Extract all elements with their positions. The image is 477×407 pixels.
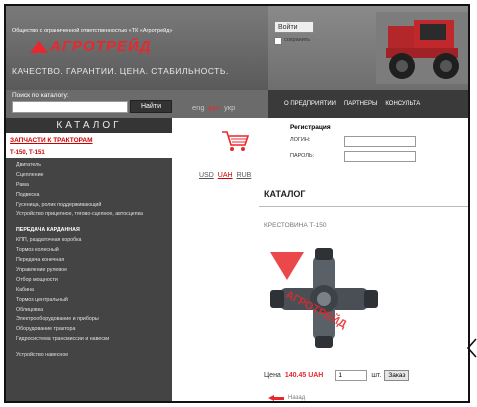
back-label: Назад [288,395,306,401]
search-input[interactable] [12,101,128,113]
search-bar: Поиск по каталогу: Найти eng рус укр [6,90,268,118]
catalog-item[interactable]: Рама [6,181,172,191]
catalog-item[interactable]: КПП, раздаточная коробка [6,236,172,246]
catalog-item[interactable]: Подвеска [6,191,172,201]
catalog-heading: КАТАЛОГ [6,118,172,133]
quantity-input[interactable] [335,370,368,381]
currency-uah[interactable]: UAH [218,172,233,179]
password-field[interactable] [344,151,416,162]
catalog-item[interactable]: Сцепление [6,171,172,181]
nav-partners[interactable]: ПАРТНЕРЫ [344,101,377,107]
tractor-banner-image [376,12,468,84]
lang-rus[interactable]: рус [209,103,221,112]
catalog-item[interactable]: Устройство навесное [6,351,172,361]
page-title: КАТАЛОГ [264,189,306,199]
company-name: Общество с ограниченной ответственностью… [12,28,173,34]
remember-checkbox[interactable] [274,37,282,45]
catalog-item[interactable]: Отбор мощности [6,276,172,286]
catalog-item[interactable]: Гусеница, ролик поддерживающий [6,201,172,211]
pointer-arrow-icon [467,338,477,358]
catalog-section-tractor-parts[interactable]: ЗАПЧАСТИ К ТРАКТОРАМ [6,133,172,148]
registration-title: Регистрация [290,124,331,131]
shopping-cart-icon[interactable] [220,128,250,154]
lang-eng[interactable]: eng [192,103,205,112]
catalog-item[interactable]: Оборудование трактора [6,325,172,335]
catalog-item[interactable]: Двигатель [6,161,172,171]
logo-triangle-icon [30,40,48,53]
quantity-unit: шт. [371,372,382,379]
lang-ukr[interactable]: укр [224,103,235,112]
catalog-item[interactable]: Электрооборудование и приборы [6,315,172,325]
back-arrow-tail [274,396,284,400]
login-button[interactable]: Войти [274,21,314,33]
registration-panel: Регистрация ЛОГИН: ПАРОЛЬ: [172,118,468,164]
site-slogan: КАЧЕСТВО. ГАРАНТИИ. ЦЕНА. СТАБИЛЬНОСТЬ. [12,66,229,76]
back-link[interactable]: Назад [268,395,305,401]
catalog-item[interactable]: Тормоз колесный [6,246,172,256]
currency-switcher: USD UAH RUB [199,172,251,179]
password-label: ПАРОЛЬ: [290,153,315,159]
currency-rub[interactable]: RUB [237,172,252,179]
search-button[interactable]: Найти [130,100,172,113]
catalog-item[interactable]: Управление рулевое [6,266,172,276]
catalog-item[interactable]: Облицовка [6,306,172,316]
catalog-item[interactable]: Передача конечная [6,256,172,266]
catalog-sidebar: КАТАЛОГ ЗАПЧАСТИ К ТРАКТОРАМ Т-150, Т-15… [6,118,172,401]
catalog-item[interactable]: Тормоз центральный [6,296,172,306]
language-switcher: eng рус укр [192,103,235,112]
price-label: Цена [264,372,281,379]
catalog-subsection-t150[interactable]: Т-150, Т-151 [6,148,172,158]
site-logo[interactable]: АГРОТРЕЙД [30,38,152,55]
currency-usd[interactable]: USD [199,172,214,179]
price-row: Цена 140.45 UAH шт. Заказ [264,370,410,381]
catalog-list: Двигатель Сцепление Рама Подвеска Гусени… [6,158,172,361]
catalog-item[interactable]: Гидросистема трансмиссии и навески [6,335,172,351]
catalog-item[interactable]: Кабина [6,286,172,296]
catalog-item-active[interactable]: ПЕРЕДАЧА КАРДАННАЯ [6,226,172,236]
search-label: Поиск по каталогу: [12,92,69,99]
top-nav: О ПРЕДПРИЯТИИ ПАРТНЕРЫ КОНСУЛЬТА [268,90,468,118]
remember-label: сохранить [284,37,311,43]
order-button[interactable]: Заказ [384,370,410,381]
catalog-item[interactable]: Устройство прицепное, тягово-сцепное, ав… [6,210,172,226]
product-name: КРЕСТОВИНА Т-150 [264,222,327,229]
login-label: ЛОГИН: [290,137,311,143]
logo-text: АГРОТРЕЙД [50,38,152,55]
nav-consult[interactable]: КОНСУЛЬТА [385,101,420,107]
title-divider [259,206,468,207]
site-header: Общество с ограниченной ответственностью… [6,6,468,90]
nav-about[interactable]: О ПРЕДПРИЯТИИ [284,101,336,107]
browser-frame: Общество с ограниченной ответственностью… [4,4,470,403]
header-branding: Общество с ограниченной ответственностью… [6,6,268,90]
price-value: 140.45 UAH [284,372,324,379]
login-field[interactable] [344,136,416,147]
product-image[interactable]: АГРОТРЕЙД [264,244,384,352]
